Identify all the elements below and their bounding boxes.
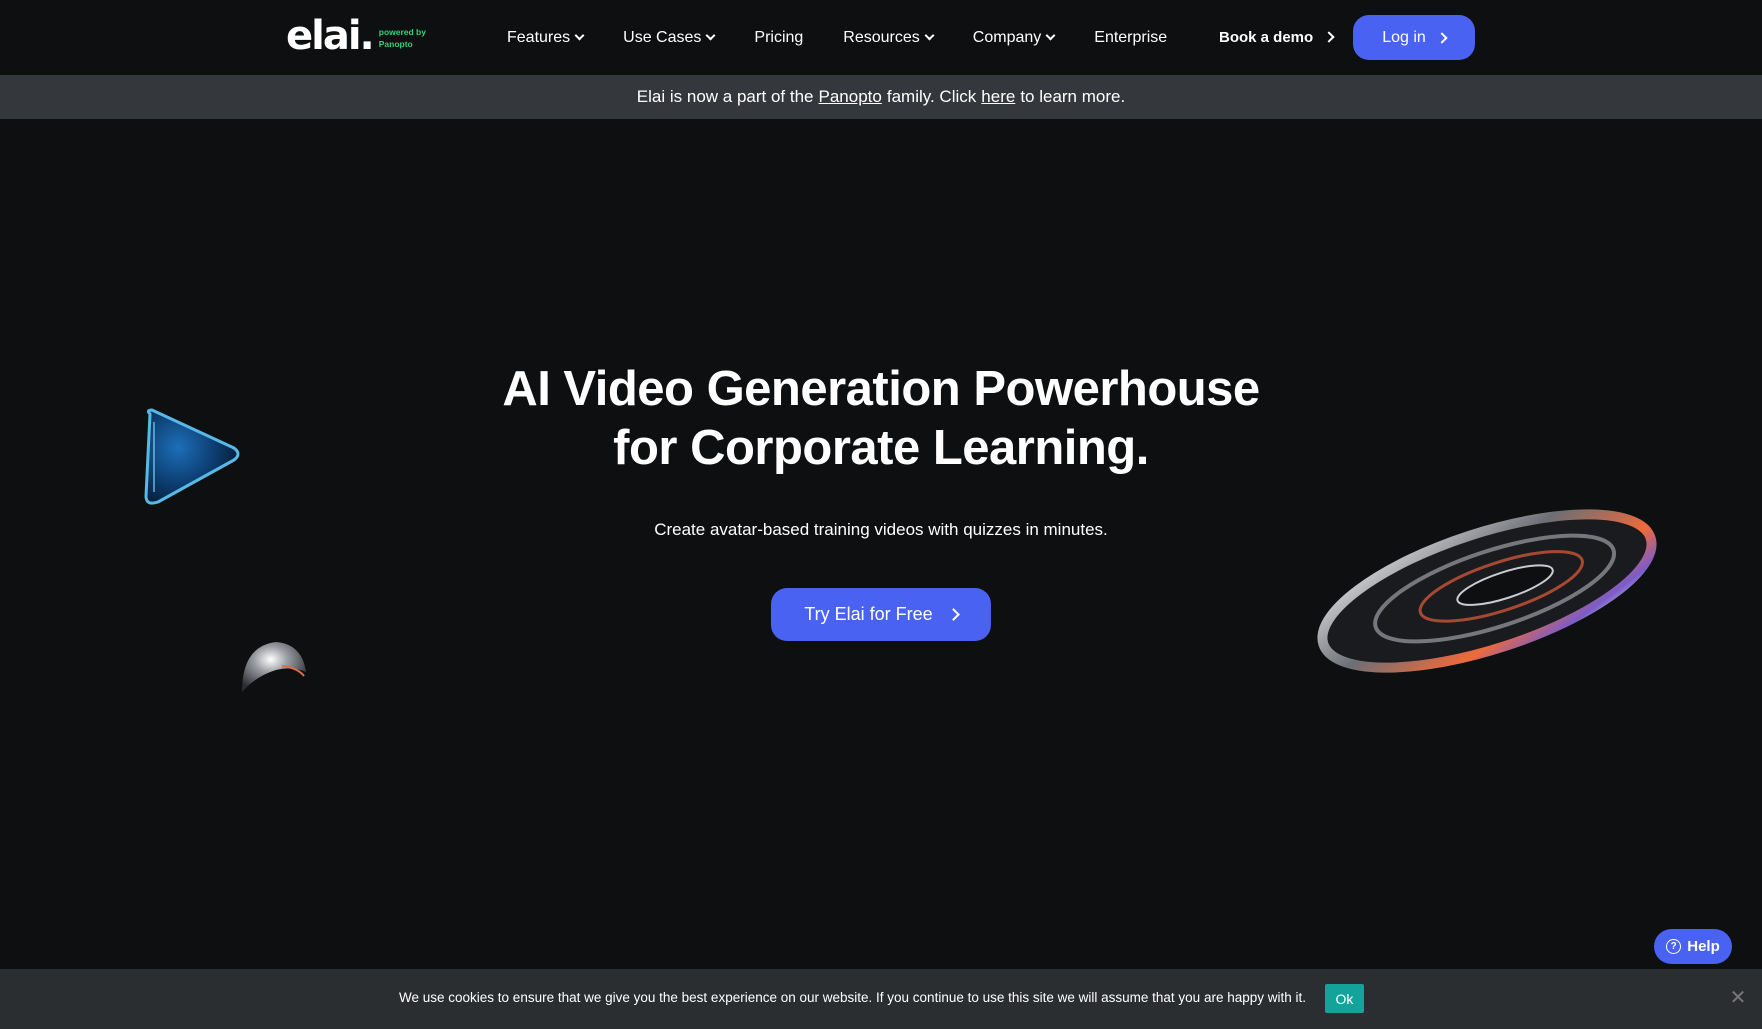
chevron-right-icon — [946, 608, 960, 621]
nav-item-enterprise[interactable]: Enterprise — [1094, 29, 1167, 47]
top-navigation: elai. powered by Panopto Features Use Ca… — [0, 0, 1762, 75]
cookie-banner: We use cookies to ensure that we give yo… — [0, 969, 1762, 1029]
chevron-down-icon — [924, 30, 935, 41]
cookie-message: We use cookies to ensure that we give yo… — [399, 990, 1306, 1005]
nav-item-label: Features — [507, 28, 571, 46]
nav-item-features[interactable]: Features — [507, 28, 585, 47]
banner-text: Elai is now a part of the — [636, 87, 814, 106]
banner-text: to learn more. — [1020, 87, 1126, 106]
help-label: Help — [1687, 938, 1720, 955]
chevron-down-icon — [705, 30, 716, 41]
nav-item-resources[interactable]: Resources — [843, 28, 935, 47]
nav-item-company[interactable]: Company — [972, 28, 1056, 47]
question-icon: ? — [1666, 939, 1682, 954]
nav-item-label: Company — [972, 28, 1042, 46]
banner-text: family. Click — [886, 87, 977, 106]
chevron-down-icon — [574, 30, 585, 41]
hero-subtitle: Create avatar-based training videos with… — [654, 520, 1108, 539]
panopto-link[interactable]: Panopto — [819, 87, 882, 107]
login-label: Log in — [1382, 28, 1426, 46]
powered-by-panopto: powered by Panopto — [379, 26, 426, 50]
hero-title: AI Video Generation Powerhouse for Corpo… — [381, 360, 1381, 478]
close-icon[interactable]: ✕ — [1729, 988, 1747, 1008]
try-free-button[interactable]: Try Elai for Free — [771, 588, 991, 641]
chevron-down-icon — [1045, 30, 1056, 41]
announcement-banner: Elai is now a part of the Panopto family… — [0, 75, 1762, 119]
bubble-shape-decoration — [242, 642, 306, 692]
ring-shape-decoration — [1317, 509, 1657, 673]
chevron-right-icon — [1323, 31, 1335, 43]
hero-title-line: AI Video Generation Powerhouse — [502, 362, 1260, 416]
hero-title-line: for Corporate Learning. — [613, 421, 1149, 475]
help-button[interactable]: ? Help — [1654, 929, 1732, 964]
main-menu: Features Use Cases Pricing Resources Com… — [507, 0, 1207, 75]
book-demo-label: Book a demo — [1219, 28, 1314, 46]
chevron-right-icon — [1436, 31, 1448, 44]
nav-item-label: Resources — [843, 28, 920, 46]
cookie-ok-button[interactable]: Ok — [1325, 984, 1364, 1013]
nav-item-pricing[interactable]: Pricing — [754, 29, 803, 47]
nav-item-use-cases[interactable]: Use Cases — [623, 28, 716, 47]
cta-label: Try Elai for Free — [804, 604, 933, 624]
book-demo-link[interactable]: Book a demo — [1219, 22, 1335, 52]
play-shape-decoration — [144, 408, 240, 505]
panopto-line: Panopto — [378, 39, 413, 49]
nav-item-label: Enterprise — [1094, 28, 1168, 46]
login-button[interactable]: Log in — [1353, 15, 1475, 60]
nav-item-label: Use Cases — [623, 28, 702, 46]
nav-item-label: Pricing — [754, 28, 804, 46]
logo-wordmark: elai. — [286, 13, 375, 59]
elai-logo[interactable]: elai. powered by Panopto — [286, 13, 426, 59]
powered-by-line: powered by — [378, 27, 426, 37]
learn-more-link[interactable]: here — [981, 87, 1015, 107]
